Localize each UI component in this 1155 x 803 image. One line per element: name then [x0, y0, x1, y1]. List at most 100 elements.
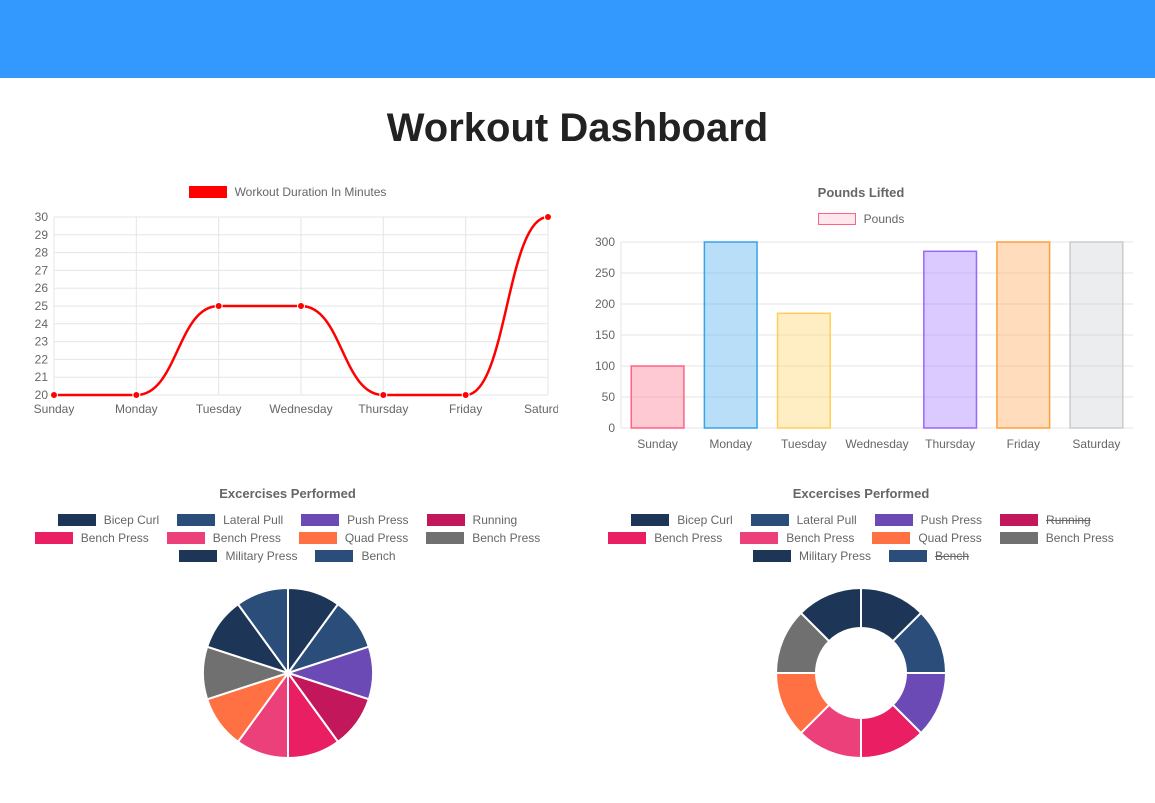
- legend-swatch: [818, 213, 856, 225]
- svg-text:Thursday: Thursday: [358, 402, 408, 416]
- legend-item[interactable]: Lateral Pull: [177, 513, 283, 527]
- legend-item[interactable]: Military Press: [179, 549, 297, 563]
- legend-swatch: [875, 514, 913, 526]
- legend-item[interactable]: Quad Press: [872, 531, 981, 545]
- legend-item[interactable]: Push Press: [875, 513, 982, 527]
- dashboard: Workout Duration In Minutes 202122232425…: [0, 185, 1155, 803]
- legend-label: Running: [473, 513, 518, 527]
- legend-swatch: [753, 550, 791, 562]
- legend-item[interactable]: Push Press: [301, 513, 408, 527]
- exercises-doughnut-chart: Excercises Performed Bicep CurlLateral P…: [581, 486, 1141, 773]
- legend-swatch: [426, 532, 464, 544]
- legend-label: Bench Press: [472, 531, 540, 545]
- svg-text:Tuesday: Tuesday: [781, 437, 827, 451]
- legend-label: Bench Press: [1046, 531, 1114, 545]
- legend-swatch: [58, 514, 96, 526]
- svg-text:150: 150: [595, 328, 615, 342]
- legend-item[interactable]: Running: [1000, 513, 1091, 527]
- svg-text:Sunday: Sunday: [33, 402, 74, 416]
- legend-swatch: [1000, 532, 1038, 544]
- svg-text:Monday: Monday: [709, 437, 752, 451]
- legend-swatch: [189, 186, 227, 198]
- svg-text:250: 250: [595, 266, 615, 280]
- legend-item[interactable]: Bench Press: [167, 531, 281, 545]
- legend-item[interactable]: Military Press: [753, 549, 871, 563]
- legend-label: Quad Press: [918, 531, 981, 545]
- svg-text:22: 22: [34, 352, 48, 366]
- legend-swatch: [301, 514, 339, 526]
- svg-text:Tuesday: Tuesday: [195, 402, 241, 416]
- legend-label: Bicep Curl: [104, 513, 159, 527]
- legend-item[interactable]: Bench Press: [608, 531, 722, 545]
- legend-swatch: [751, 514, 789, 526]
- bar-chart-svg: 050100150200250300SundayMondayTuesdayWed…: [581, 236, 1141, 456]
- legend-label: Bench Press: [213, 531, 281, 545]
- pie-legend[interactable]: Bicep Curl Lateral Pull Push Press Running B…: [14, 513, 561, 563]
- svg-text:Wednesday: Wednesday: [269, 402, 332, 416]
- legend-item[interactable]: Bench Press: [1000, 531, 1114, 545]
- legend-label: Lateral Pull: [223, 513, 283, 527]
- svg-text:25: 25: [34, 299, 48, 313]
- svg-text:Wednesday: Wednesday: [845, 437, 908, 451]
- svg-text:Friday: Friday: [1007, 437, 1040, 451]
- svg-text:Monday: Monday: [114, 402, 157, 416]
- legend-item-duration[interactable]: Workout Duration In Minutes: [189, 185, 387, 199]
- svg-text:24: 24: [34, 317, 48, 331]
- legend-swatch: [299, 532, 337, 544]
- legend-label: Bench: [361, 549, 395, 563]
- svg-text:Sunday: Sunday: [637, 437, 678, 451]
- legend-item[interactable]: Bench: [315, 549, 395, 563]
- legend-label: Military Press: [225, 549, 297, 563]
- svg-text:200: 200: [595, 297, 615, 311]
- svg-text:Friday: Friday: [448, 402, 481, 416]
- legend-item[interactable]: Bench Press: [35, 531, 149, 545]
- legend-label: Push Press: [921, 513, 982, 527]
- legend-item[interactable]: Quad Press: [299, 531, 408, 545]
- svg-text:26: 26: [34, 281, 48, 295]
- legend-item[interactable]: Bench: [889, 549, 969, 563]
- legend-label: Bench Press: [654, 531, 722, 545]
- page-title: Workout Dashboard: [0, 106, 1155, 151]
- doughnut-chart-svg: [761, 573, 961, 773]
- legend-swatch: [177, 514, 215, 526]
- svg-text:23: 23: [34, 335, 48, 349]
- svg-text:27: 27: [34, 263, 48, 277]
- legend-label: Military Press: [799, 549, 871, 563]
- legend-swatch: [872, 532, 910, 544]
- legend-item[interactable]: Bicep Curl: [631, 513, 732, 527]
- legend-swatch: [315, 550, 353, 562]
- svg-text:0: 0: [608, 421, 615, 435]
- svg-text:100: 100: [595, 359, 615, 373]
- svg-text:28: 28: [34, 246, 48, 260]
- legend-swatch: [427, 514, 465, 526]
- legend-label: Push Press: [347, 513, 408, 527]
- svg-text:30: 30: [34, 210, 48, 224]
- legend-swatch: [631, 514, 669, 526]
- legend-swatch: [608, 532, 646, 544]
- legend-label: Bicep Curl: [677, 513, 732, 527]
- pie-chart-svg: [188, 573, 388, 773]
- svg-text:50: 50: [602, 390, 616, 404]
- legend-swatch: [35, 532, 73, 544]
- duration-legend[interactable]: Workout Duration In Minutes: [14, 185, 561, 199]
- legend-item[interactable]: Bench Press: [426, 531, 540, 545]
- legend-item[interactable]: Bicep Curl: [58, 513, 159, 527]
- legend-item[interactable]: Lateral Pull: [751, 513, 857, 527]
- doughnut-legend[interactable]: Bicep Curl Lateral Pull Push Press Running B…: [581, 513, 1141, 563]
- svg-text:21: 21: [34, 370, 48, 384]
- pounds-bar-chart: Pounds Lifted Pounds 050100150200250300S…: [581, 185, 1141, 456]
- legend-item[interactable]: Bench Press: [740, 531, 854, 545]
- svg-text:29: 29: [34, 228, 48, 242]
- legend-swatch: [740, 532, 778, 544]
- legend-label: Bench: [935, 549, 969, 563]
- duration-line-chart: Workout Duration In Minutes 202122232425…: [14, 185, 561, 456]
- bar-legend[interactable]: Pounds: [581, 212, 1141, 226]
- legend-item-pounds[interactable]: Pounds: [818, 212, 905, 226]
- svg-text:Saturday: Saturday: [1072, 437, 1120, 451]
- legend-item[interactable]: Running: [427, 513, 518, 527]
- legend-swatch: [889, 550, 927, 562]
- top-banner: [0, 0, 1155, 78]
- legend-label: Pounds: [864, 212, 905, 226]
- legend-label: Quad Press: [345, 531, 408, 545]
- pie-chart-title: Excercises Performed: [14, 486, 561, 501]
